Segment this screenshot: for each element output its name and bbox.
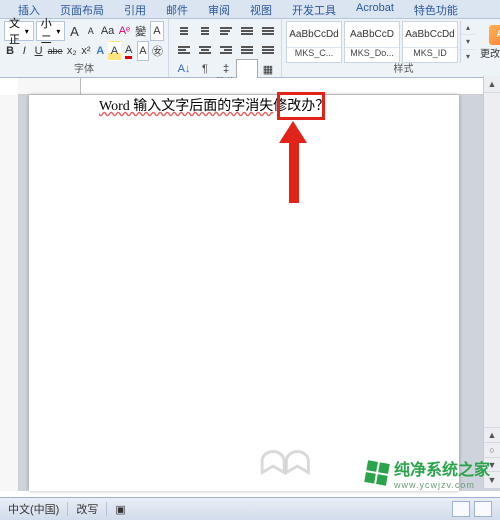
styles-gallery: AaBbCcDd MKS_C... AaBbCcD MKS_Do... AaBb… <box>286 21 475 63</box>
ribbon-tabs: 插入 页面布局 引用 邮件 审阅 视图 开发工具 Acrobat 特色功能 <box>0 0 500 19</box>
view-printlayout-button[interactable] <box>452 501 470 517</box>
superscript-button[interactable]: x² <box>80 41 92 61</box>
highlight-button[interactable]: A <box>108 41 120 61</box>
enclose-char-button[interactable]: ㊛ <box>151 41 164 61</box>
row-up-icon: ▴ <box>461 21 475 35</box>
styles-more-button[interactable]: ▴ ▾ ▾ <box>460 21 475 63</box>
row-expand-icon: ▾ <box>461 50 475 63</box>
char-shading-button[interactable]: A <box>137 41 149 61</box>
status-macro-icon[interactable]: ▣ <box>115 503 125 516</box>
vertical-ruler[interactable] <box>0 95 19 491</box>
char-border-button[interactable]: A <box>150 21 164 41</box>
decrease-indent-button[interactable] <box>236 21 258 41</box>
row-down-icon: ▾ <box>461 35 475 49</box>
align-right-button[interactable] <box>215 40 237 60</box>
strike-button[interactable]: abe <box>47 41 64 61</box>
style-name: MKS_Do... <box>345 47 399 62</box>
font-style-select[interactable]: 文正▾ <box>4 21 34 41</box>
bullets-button[interactable] <box>173 21 195 41</box>
text-pre: Word 输入文字后面的字消失 <box>99 99 273 114</box>
justify-button[interactable] <box>236 40 258 60</box>
scroll-up-button[interactable]: ▲ <box>484 76 500 93</box>
horizontal-ruler[interactable] <box>18 78 500 95</box>
grow-font-button[interactable]: A <box>67 21 81 41</box>
font-color-button[interactable]: A <box>123 41 135 61</box>
borders-button[interactable]: ▦ <box>257 59 279 79</box>
tab-acrobat[interactable]: Acrobat <box>346 0 404 18</box>
style-name: MKS_C... <box>287 47 341 62</box>
document-area: Word 输入文字后面的字消失修改办？ ᗣᗣ <box>0 95 500 491</box>
style-sample: AaBbCcD <box>345 22 399 47</box>
tab-developer[interactable]: 开发工具 <box>282 0 346 18</box>
group-font: 文正▾ 小二▾ A A Aa Aᵉ 變 A B I U abe x₂ x² A <box>0 19 169 77</box>
group-paragraph: A↓ ¶ ‡ ▦ 段落 <box>169 19 282 77</box>
style-sample: AaBbCcDd <box>403 22 457 47</box>
tab-mailings[interactable]: 邮件 <box>156 0 198 18</box>
group-styles: AaBbCcDd MKS_C... AaBbCcD MKS_Do... AaBb… <box>282 19 500 77</box>
multilevel-button[interactable] <box>215 21 237 41</box>
annotation-arrow <box>289 121 307 203</box>
browse-object-button[interactable]: ○ <box>484 442 500 457</box>
scroll-down-button[interactable]: ▼ <box>484 471 500 488</box>
clear-format-button[interactable]: Aᵉ <box>117 21 131 41</box>
font-size-select[interactable]: 小二▾ <box>36 21 66 41</box>
tab-references[interactable]: 引用 <box>114 0 156 18</box>
style-item-1[interactable]: AaBbCcD MKS_Do... <box>344 21 400 63</box>
view-fullscreen-button[interactable] <box>474 501 492 517</box>
change-styles-label: 更改样式 <box>480 45 500 60</box>
align-left-button[interactable] <box>173 40 195 60</box>
tab-review[interactable]: 审阅 <box>198 0 240 18</box>
show-marks-button[interactable]: ¶ <box>194 59 216 79</box>
style-name: MKS_ID <box>403 47 457 62</box>
next-page-button[interactable]: ▼ <box>484 457 500 472</box>
status-language[interactable]: 中文(中国) <box>8 501 59 517</box>
sort-button[interactable]: A↓ <box>173 59 195 79</box>
status-overtype[interactable]: 改写 <box>76 501 98 517</box>
text-effects-button[interactable]: A <box>94 41 106 61</box>
style-item-2[interactable]: AaBbCcDd MKS_ID <box>402 21 458 63</box>
watermark-icon: ᗣᗣ <box>259 445 307 484</box>
group-styles-label: 样式 <box>286 63 500 77</box>
shrink-font-button[interactable]: A <box>84 21 98 41</box>
status-bar: 中文(中国) 改写 ▣ <box>0 497 500 520</box>
tab-pagelayout[interactable]: 页面布局 <box>50 0 114 18</box>
align-center-button[interactable] <box>194 40 216 60</box>
annotation-highlight-box <box>277 92 325 120</box>
line-spacing-button[interactable]: ‡ <box>215 59 237 79</box>
change-styles-button[interactable]: A 更改样式 <box>479 21 500 63</box>
group-font-label: 字体 <box>4 63 164 77</box>
change-case-button[interactable]: Aa <box>100 21 115 41</box>
change-styles-icon: A <box>489 25 500 45</box>
numbering-button[interactable] <box>194 21 216 41</box>
page[interactable]: Word 输入文字后面的字消失修改办？ ᗣᗣ <box>29 95 459 491</box>
vertical-scrollbar[interactable]: ▲ ▲ ○ ▼ ▼ <box>483 76 500 488</box>
tab-special[interactable]: 特色功能 <box>404 0 468 18</box>
tab-view[interactable]: 视图 <box>240 0 282 18</box>
prev-page-button[interactable]: ▲ <box>484 427 500 442</box>
ribbon: 文正▾ 小二▾ A A Aa Aᵉ 變 A B I U abe x₂ x² A <box>0 19 500 78</box>
style-item-0[interactable]: AaBbCcDd MKS_C... <box>286 21 342 63</box>
italic-button[interactable]: I <box>18 41 30 61</box>
shading-button[interactable] <box>236 59 258 79</box>
underline-button[interactable]: U <box>32 41 44 61</box>
style-sample: AaBbCcDd <box>287 22 341 47</box>
increase-indent-button[interactable] <box>257 21 279 41</box>
bold-button[interactable]: B <box>4 41 16 61</box>
phonetic-button[interactable]: 變 <box>134 21 148 41</box>
distribute-button[interactable] <box>257 40 279 60</box>
subscript-button[interactable]: x₂ <box>66 41 78 61</box>
